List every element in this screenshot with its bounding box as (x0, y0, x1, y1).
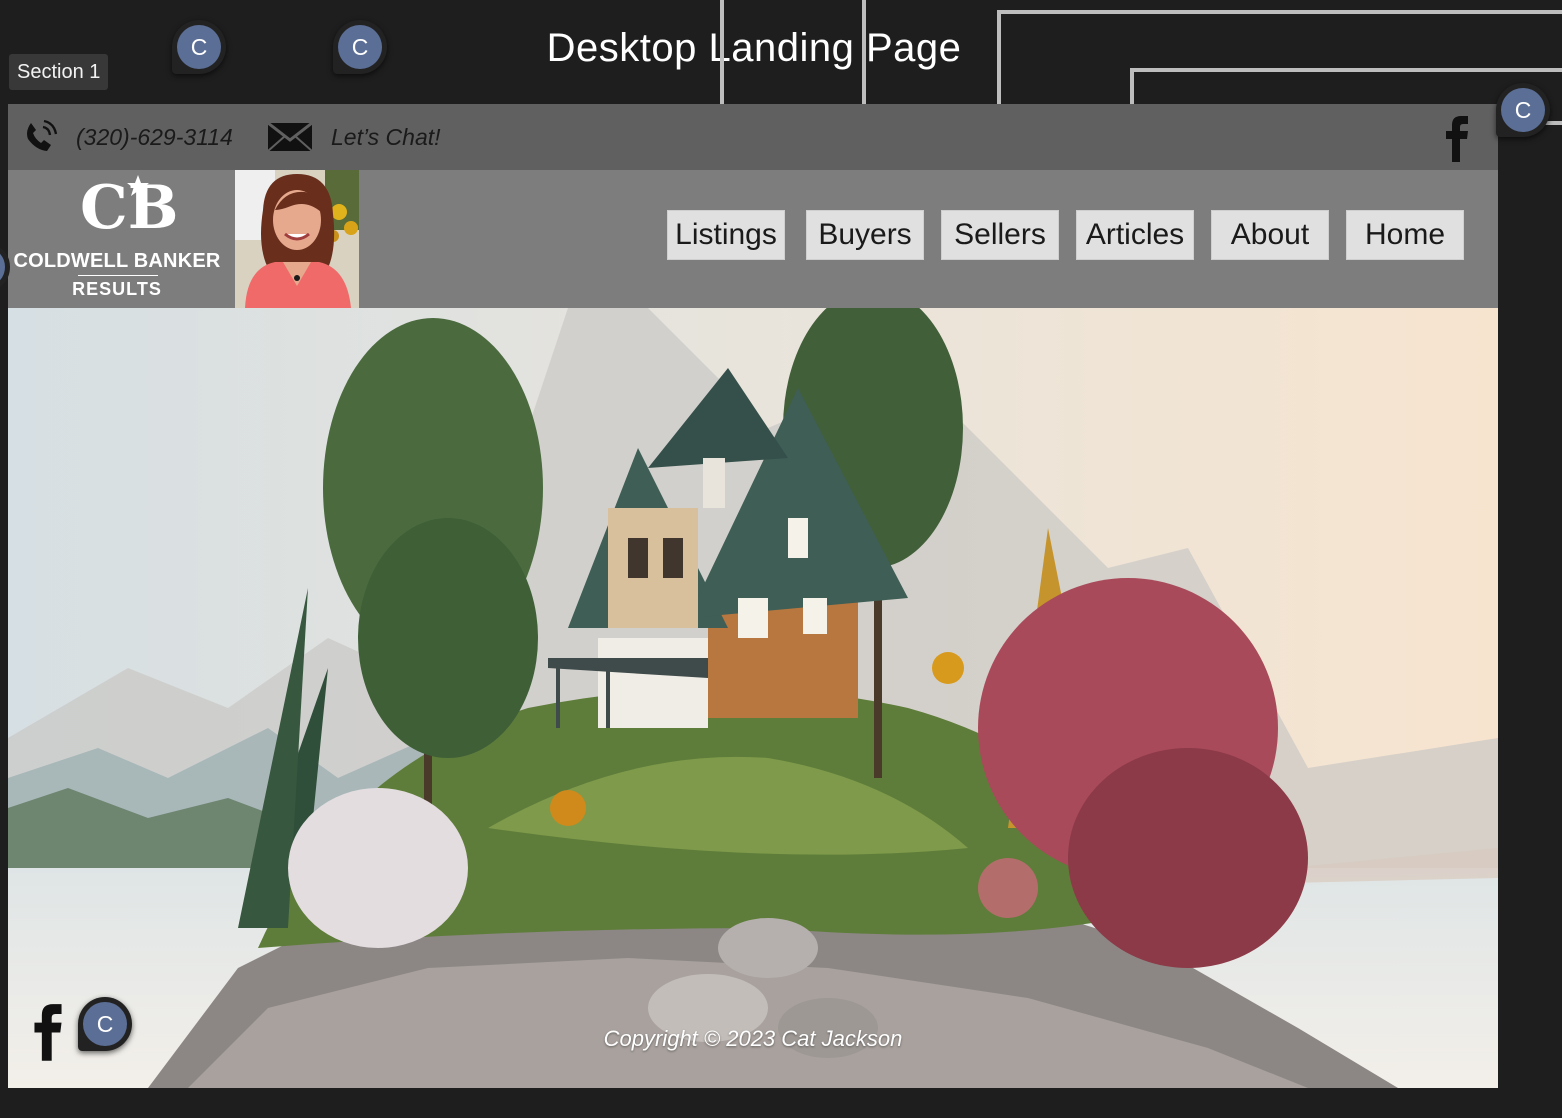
comment-avatar: C (83, 1002, 127, 1046)
nav-about[interactable]: About (1211, 210, 1329, 260)
facebook-icon[interactable] (1444, 112, 1470, 162)
phone-contact[interactable]: (320)-629-3114 (22, 104, 233, 170)
chat-link: Let’s Chat! (331, 123, 441, 150)
coldwell-banker-logo[interactable]: CB COLDWELL BANKER RESULTS (8, 170, 226, 308)
nav-articles[interactable]: Articles (1076, 210, 1194, 260)
mail-icon (267, 121, 313, 152)
comment-marker[interactable]: C (78, 997, 132, 1051)
nav-buyers[interactable]: Buyers (806, 210, 924, 260)
contact-bar: (320)-629-3114 Let’s Chat! (8, 104, 1498, 170)
logo-divider (78, 275, 158, 276)
logo-subtitle: RESULTS (72, 279, 162, 299)
site-header: CB COLDWELL BANKER RESULTS Listings Buye… (8, 170, 1498, 308)
logo-name: COLDWELL BANKER (13, 250, 221, 272)
copyright-text: Copyright © 2023 Cat Jackson (603, 1026, 903, 1051)
hero-image: Copyright © 2023 Cat Jackson (8, 308, 1498, 1088)
nav-home[interactable]: Home (1346, 210, 1464, 260)
chat-contact[interactable]: Let’s Chat! (267, 104, 441, 170)
comment-avatar: C (1501, 88, 1545, 132)
nav-sellers[interactable]: Sellers (941, 210, 1059, 260)
comment-marker[interactable]: C (333, 20, 387, 74)
phone-number: (320)-629-3114 (76, 123, 233, 150)
landing-page-frame: (320)-629-3114 Let’s Chat! CB COLDWELL B… (8, 104, 1498, 1088)
comment-marker[interactable]: C (1496, 83, 1550, 137)
logo-monogram: CB (80, 173, 179, 243)
comment-marker[interactable]: C (172, 20, 226, 74)
phone-icon (27, 119, 58, 151)
comment-avatar: C (177, 25, 221, 69)
comment-avatar: C (338, 25, 382, 69)
agent-photo (235, 170, 359, 308)
nav-listings[interactable]: Listings (667, 210, 785, 260)
